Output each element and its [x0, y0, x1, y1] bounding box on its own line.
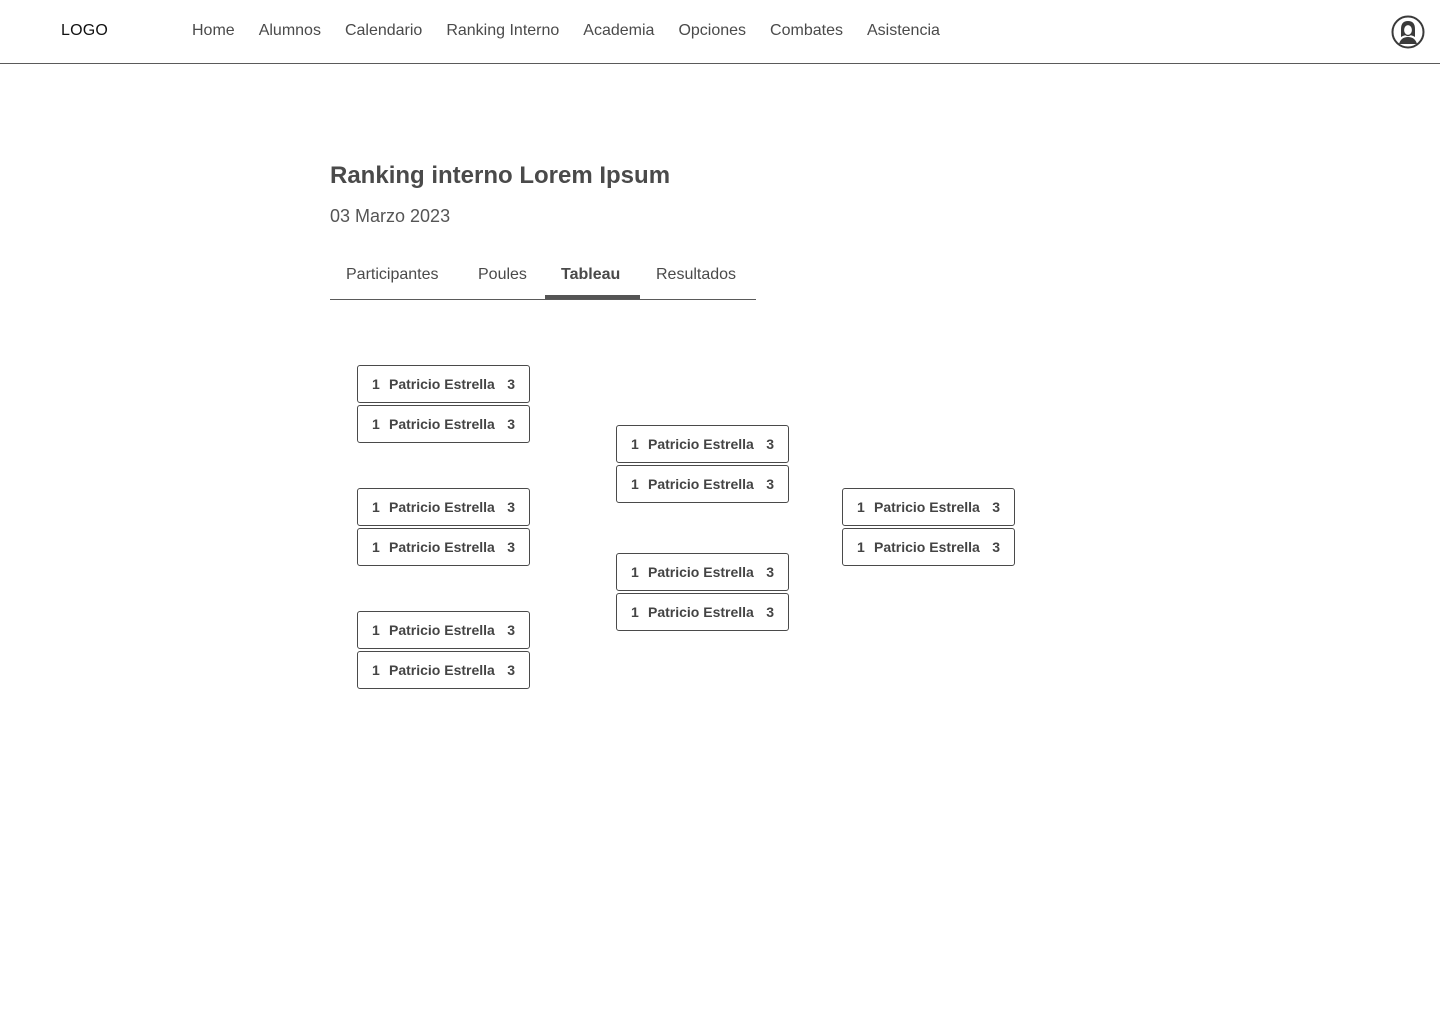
bracket-slot[interactable]: 1 Patricio Estrella 3: [616, 553, 789, 591]
bracket-slot[interactable]: 1 Patricio Estrella 3: [357, 528, 530, 566]
slot-score: 3: [507, 416, 515, 432]
main-nav: Home Alumnos Calendario Ranking Interno …: [192, 22, 964, 40]
slot-score: 3: [766, 476, 774, 492]
slot-score: 3: [766, 604, 774, 620]
slot-fencer-name: Patricio Estrella: [874, 499, 980, 515]
slot-fencer-name: Patricio Estrella: [648, 476, 754, 492]
nav-item-combates[interactable]: Combates: [770, 22, 843, 40]
page-date: 03 Marzo 2023: [330, 206, 451, 226]
nav-item-academia[interactable]: Academia: [583, 22, 654, 40]
slot-fencer-name: Patricio Estrella: [389, 376, 495, 392]
bracket-slot[interactable]: 1 Patricio Estrella 3: [616, 465, 789, 503]
slot-seed: 1: [372, 376, 380, 392]
slot-fencer-name: Patricio Estrella: [389, 499, 495, 515]
nav-item-ranking-interno[interactable]: Ranking Interno: [446, 22, 559, 40]
slot-fencer-name: Patricio Estrella: [648, 604, 754, 620]
slot-score: 3: [992, 539, 1000, 555]
bracket-slot[interactable]: 1 Patricio Estrella 3: [616, 593, 789, 631]
bracket-slot[interactable]: 1 Patricio Estrella 3: [357, 611, 530, 649]
slot-fencer-name: Patricio Estrella: [648, 564, 754, 580]
slot-fencer-name: Patricio Estrella: [389, 539, 495, 555]
slot-seed: 1: [857, 539, 865, 555]
slot-score: 3: [507, 539, 515, 555]
slot-seed: 1: [372, 662, 380, 678]
bracket-slot[interactable]: 1 Patricio Estrella 3: [616, 425, 789, 463]
slot-seed: 1: [372, 416, 380, 432]
bracket-slot[interactable]: 1 Patricio Estrella 3: [842, 488, 1015, 526]
tab-resultados[interactable]: Resultados: [656, 266, 736, 284]
slot-seed: 1: [372, 622, 380, 638]
slot-fencer-name: Patricio Estrella: [389, 622, 495, 638]
tab-participantes[interactable]: Participantes: [346, 266, 439, 284]
slot-score: 3: [507, 499, 515, 515]
slot-seed: 1: [857, 499, 865, 515]
page-title: Ranking interno Lorem Ipsum: [330, 162, 671, 189]
user-avatar-icon[interactable]: [1391, 15, 1425, 49]
slot-seed: 1: [631, 604, 639, 620]
slot-score: 3: [507, 622, 515, 638]
nav-item-alumnos[interactable]: Alumnos: [259, 22, 321, 40]
slot-score: 3: [766, 436, 774, 452]
slot-score: 3: [507, 662, 515, 678]
slot-score: 3: [766, 564, 774, 580]
active-tab-indicator: [545, 295, 640, 299]
slot-seed: 1: [631, 476, 639, 492]
slot-score: 3: [992, 499, 1000, 515]
bracket-slot[interactable]: 1 Patricio Estrella 3: [357, 651, 530, 689]
bracket-slot[interactable]: 1 Patricio Estrella 3: [842, 528, 1015, 566]
slot-seed: 1: [372, 499, 380, 515]
slot-fencer-name: Patricio Estrella: [648, 436, 754, 452]
nav-item-calendario[interactable]: Calendario: [345, 22, 422, 40]
bracket-slot[interactable]: 1 Patricio Estrella 3: [357, 488, 530, 526]
slot-seed: 1: [631, 564, 639, 580]
slot-fencer-name: Patricio Estrella: [874, 539, 980, 555]
tab-bar: Participantes Poules Tableau Resultados: [330, 254, 756, 300]
nav-item-asistencia[interactable]: Asistencia: [867, 22, 940, 40]
top-navigation-bar: LOGO Home Alumnos Calendario Ranking Int…: [0, 0, 1440, 64]
bracket-slot[interactable]: 1 Patricio Estrella 3: [357, 405, 530, 443]
tournament-bracket: 1 Patricio Estrella 3 1 Patricio Estrella 3 1 P…: [0, 0, 1440, 1024]
nav-item-home[interactable]: Home: [192, 22, 235, 40]
slot-score: 3: [507, 376, 515, 392]
slot-fencer-name: Patricio Estrella: [389, 662, 495, 678]
slot-seed: 1: [631, 436, 639, 452]
tab-tableau[interactable]: Tableau: [561, 266, 620, 284]
tab-poules[interactable]: Poules: [478, 266, 527, 284]
bracket-slot[interactable]: 1 Patricio Estrella 3: [357, 365, 530, 403]
slot-seed: 1: [372, 539, 380, 555]
nav-item-opciones[interactable]: Opciones: [678, 22, 746, 40]
logo[interactable]: LOGO: [61, 22, 108, 40]
slot-fencer-name: Patricio Estrella: [389, 416, 495, 432]
